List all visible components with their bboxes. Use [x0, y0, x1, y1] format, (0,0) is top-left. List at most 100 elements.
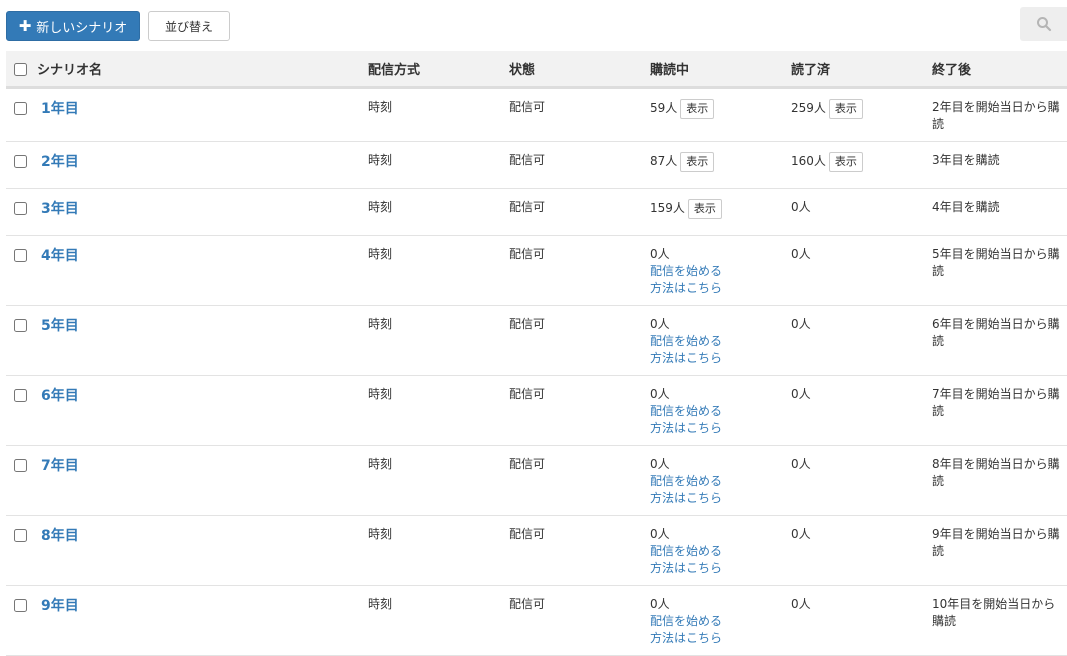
- column-header-after-end: 終了後: [932, 62, 972, 78]
- scenario-name-link[interactable]: 8年目: [41, 526, 79, 546]
- column-header-label: シナリオ名: [37, 62, 103, 78]
- plus-icon: ✚: [18, 16, 32, 35]
- read-count: 160人: [791, 154, 826, 168]
- howto-link[interactable]: 方法はこちら: [650, 350, 783, 367]
- row-checkbox[interactable]: [14, 154, 27, 168]
- table-row: 9年目 時刻 配信可 0人 配信を始める 方法はこちら 0人 10年目を開始当日から購読: [6, 585, 1067, 655]
- after-end-cell: 2年目を開始当日から購読: [932, 99, 1060, 131]
- scenario-name-link[interactable]: 9年目: [41, 596, 79, 616]
- read-cell: 160人 表示: [783, 141, 924, 188]
- start-delivery-link[interactable]: 配信を始める: [650, 263, 783, 280]
- subscribing-count: 0人: [650, 456, 670, 471]
- table-row: 8年目 時刻 配信可 0人 配信を始める 方法はこちら 0人 9年目を開始当日から購読: [6, 515, 1067, 585]
- after-end-cell: 3年目を購読: [932, 152, 1000, 167]
- status-cell: 配信可: [509, 386, 546, 401]
- table-row: 6年目 時刻 配信可 0人配信を始める 方法はこちら 0人 7年目を開始当日から購読: [6, 375, 1067, 445]
- table-row: 1年目 時刻 配信可 59人 表示 259人 表示 2年目を開始当日から購読: [6, 87, 1067, 141]
- scenario-name-link[interactable]: 5年目: [41, 316, 79, 336]
- after-end-cell: 5年目を開始当日から購読: [932, 246, 1060, 278]
- search-button[interactable]: [1020, 7, 1067, 41]
- subscribing-count: 59人: [650, 101, 678, 115]
- row-checkbox[interactable]: [14, 318, 27, 332]
- status-cell: 配信可: [509, 246, 546, 261]
- after-end-cell: 10年目を開始当日から購読: [932, 596, 1056, 628]
- table-row: 5年目 時刻 配信可 0人 配信を始める 方法はこちら 0人 6年目を開始当日から購読: [6, 305, 1067, 375]
- delivery-method-cell: 時刻: [368, 386, 393, 401]
- howto-link[interactable]: 方法はこちら: [650, 420, 783, 437]
- subscribing-cell: 0人 配信を始める 方法はこちら: [642, 235, 783, 305]
- read-cell: 259人 表示: [783, 87, 924, 141]
- table-row: 3年目 時刻 配信可 159人 表示 0人 4年目を購読: [6, 188, 1067, 235]
- row-checkbox[interactable]: [14, 201, 27, 215]
- subscribing-cell: 0人 配信を始める 方法はこちら: [642, 305, 783, 375]
- status-cell: 配信可: [509, 99, 546, 114]
- read-count: 0人: [791, 456, 811, 471]
- scenario-name-cell: 5年目: [6, 305, 360, 375]
- row-checkbox[interactable]: [14, 598, 27, 612]
- delivery-method-cell: 時刻: [368, 596, 393, 611]
- table-header: シナリオ名 配信方式 状態 購読中 読了済 終了後: [6, 51, 1067, 87]
- howto-link[interactable]: 方法はこちら: [650, 280, 783, 297]
- after-end-cell: 7年目を開始当日から購読: [932, 386, 1060, 418]
- row-checkbox[interactable]: [14, 101, 27, 115]
- read-count: 0人: [791, 246, 811, 261]
- start-delivery-link[interactable]: 配信を始める: [650, 333, 783, 350]
- row-checkbox[interactable]: [14, 528, 27, 542]
- scenario-name-cell: 7年目: [6, 445, 360, 515]
- scenario-name-link[interactable]: 7年目: [41, 456, 79, 476]
- howto-link[interactable]: 方法はこちら: [650, 490, 783, 507]
- start-delivery-link[interactable]: 配信を始める: [650, 473, 783, 490]
- subscribing-count: 159人: [650, 201, 685, 215]
- row-checkbox[interactable]: [14, 388, 27, 402]
- delivery-method-cell: 時刻: [368, 456, 393, 471]
- howto-link[interactable]: 方法はこちら: [650, 560, 783, 577]
- after-end-cell: 6年目を開始当日から購読: [932, 316, 1060, 348]
- read-cell: 0人: [783, 305, 924, 375]
- show-readers-button[interactable]: 表示: [828, 151, 863, 172]
- delivery-method-cell: 時刻: [368, 152, 393, 167]
- show-subscribers-button[interactable]: 表示: [680, 98, 715, 119]
- column-header-delivery-method: 配信方式: [368, 62, 421, 78]
- scenario-name-link[interactable]: 2年目: [41, 152, 79, 172]
- delivery-method-cell: 時刻: [368, 99, 393, 114]
- scenario-name-link[interactable]: 3年目: [41, 199, 79, 219]
- scenario-name-cell: 2年目: [6, 141, 360, 188]
- subscribing-count: 87人: [650, 154, 678, 168]
- after-end-cell: 9年目を開始当日から購読: [932, 526, 1060, 558]
- sort-button[interactable]: 並び替え: [148, 11, 230, 41]
- scenario-name-cell: 1年目: [6, 87, 360, 141]
- table-row: 4年目 時刻 配信可 0人 配信を始める 方法はこちら 0人 5年目を開始当日から購読: [6, 235, 1067, 305]
- subscribing-count: 0人: [650, 386, 670, 401]
- read-count: 259人: [791, 101, 826, 115]
- show-subscribers-button[interactable]: 表示: [680, 151, 715, 172]
- read-count: 0人: [791, 199, 811, 214]
- subscribing-count: 0人: [650, 526, 670, 541]
- scenario-table: シナリオ名 配信方式 状態 購読中 読了済 終了後 1年目 時刻 配信可 59人 表示 2…: [6, 51, 1067, 656]
- delivery-method-cell: 時刻: [368, 316, 393, 331]
- scenario-name-link[interactable]: 4年目: [41, 246, 79, 266]
- scenario-name-link[interactable]: 1年目: [41, 99, 79, 119]
- column-header-status: 状態: [509, 62, 536, 78]
- start-delivery-link[interactable]: 配信を始める: [650, 613, 783, 630]
- subscribing-cell: 0人配信を始める 方法はこちら: [642, 515, 783, 585]
- row-checkbox[interactable]: [14, 248, 27, 262]
- start-delivery-link[interactable]: 配信を始める: [650, 403, 783, 420]
- after-end-cell: 8年目を開始当日から購読: [932, 456, 1060, 488]
- subscribing-cell: 59人 表示: [642, 87, 783, 141]
- select-all-checkbox[interactable]: [14, 63, 27, 77]
- status-cell: 配信可: [509, 152, 546, 167]
- subscribing-cell: 0人配信を始める 方法はこちら: [642, 375, 783, 445]
- subscribing-cell: 0人配信を始める 方法はこちら: [642, 445, 783, 515]
- read-count: 0人: [791, 596, 811, 611]
- row-checkbox[interactable]: [14, 458, 27, 472]
- subscribing-cell: 0人配信を始める 方法はこちら: [642, 585, 783, 655]
- scenario-name-link[interactable]: 6年目: [41, 386, 79, 406]
- new-scenario-button[interactable]: ✚ 新しいシナリオ: [6, 11, 140, 41]
- start-delivery-link[interactable]: 配信を始める: [650, 543, 783, 560]
- subscribing-count: 0人: [650, 596, 670, 611]
- new-scenario-label: 新しいシナリオ: [36, 20, 128, 36]
- show-subscribers-button[interactable]: 表示: [687, 198, 722, 219]
- show-readers-button[interactable]: 表示: [828, 98, 863, 119]
- howto-link[interactable]: 方法はこちら: [650, 630, 783, 647]
- read-cell: 0人: [783, 515, 924, 585]
